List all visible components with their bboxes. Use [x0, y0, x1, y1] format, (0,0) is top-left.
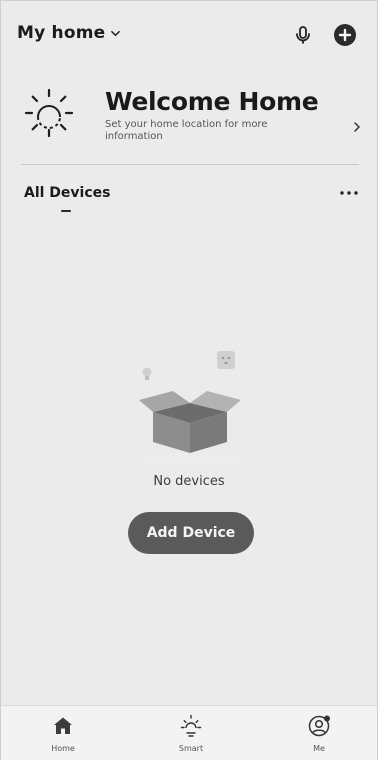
home-name: My home	[17, 23, 106, 43]
add-button[interactable]	[334, 24, 356, 46]
add-device-button[interactable]: Add Device	[128, 512, 254, 554]
microphone-icon[interactable]	[293, 25, 313, 45]
section-divider	[21, 164, 359, 165]
home-selector[interactable]: My home	[17, 23, 121, 43]
app-screen: My home Welcome Home Set your home locat…	[0, 0, 378, 760]
welcome-subtitle: Set your home location for more informat…	[105, 119, 268, 142]
nav-label-smart: Smart	[178, 744, 204, 753]
welcome-title: Welcome Home	[105, 87, 319, 116]
plus-circle-icon	[338, 28, 352, 42]
empty-state-text: No devices	[153, 474, 225, 489]
nav-item-home[interactable]: Home	[23, 706, 103, 760]
chevron-down-icon	[111, 30, 121, 36]
sun-icon	[24, 88, 74, 138]
nav-item-me[interactable]: Me	[279, 706, 359, 760]
more-horizontal-icon[interactable]	[337, 185, 361, 201]
nav-label-me: Me	[313, 744, 325, 753]
bottom-nav: Home Smart Me	[1, 705, 377, 760]
empty-box-illustration	[110, 351, 270, 465]
user-icon	[308, 715, 330, 737]
home-icon	[54, 717, 72, 734]
welcome-card[interactable]: Welcome Home Set your home location for …	[15, 79, 365, 159]
chevron-right-icon	[354, 122, 360, 132]
nav-label-home: Home	[51, 744, 75, 753]
nav-item-smart[interactable]: Smart	[151, 706, 231, 760]
top-bar: My home	[1, 1, 377, 65]
sun-outline-icon	[180, 714, 202, 737]
tab-all-devices[interactable]: All Devices	[24, 185, 110, 201]
tab-indicator	[61, 210, 71, 212]
